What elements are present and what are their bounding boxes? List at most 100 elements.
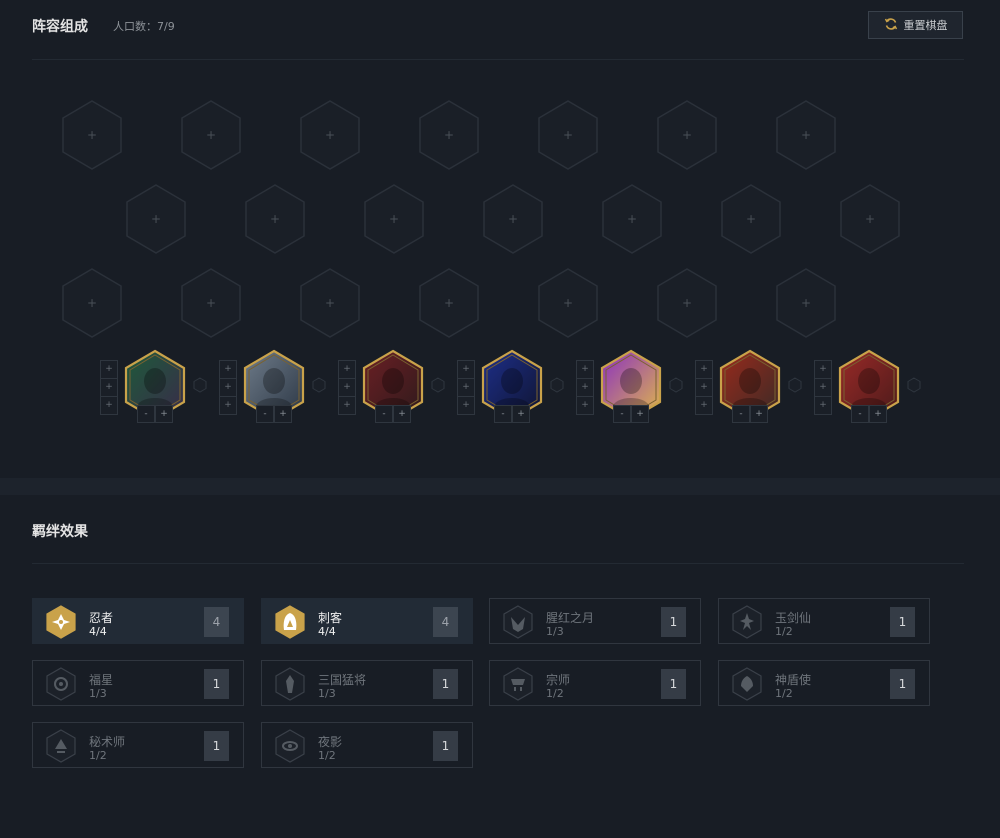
board-slot[interactable]: + bbox=[179, 267, 243, 339]
board-slot[interactable]: + bbox=[179, 99, 243, 171]
star-level-button[interactable]: + bbox=[458, 397, 474, 415]
board-slot[interactable]: + bbox=[124, 183, 188, 255]
svg-text:+: + bbox=[508, 212, 518, 226]
star-level-stack[interactable]: + + + bbox=[219, 360, 237, 415]
add-item-hex-icon[interactable] bbox=[431, 377, 445, 393]
star-level-stack[interactable]: + + + bbox=[576, 360, 594, 415]
trait-level-badge: 1 bbox=[433, 731, 458, 761]
item-minus-button[interactable]: - bbox=[851, 405, 869, 423]
star-level-button[interactable]: + bbox=[815, 379, 831, 397]
trait-card[interactable]: 宗师 1/2 1 bbox=[489, 660, 701, 706]
item-minus-button[interactable]: - bbox=[732, 405, 750, 423]
svg-text:+: + bbox=[325, 128, 335, 142]
item-minus-button[interactable]: - bbox=[494, 405, 512, 423]
trait-count: 1/2 bbox=[546, 687, 564, 700]
item-minus-button[interactable]: - bbox=[137, 405, 155, 423]
item-plus-button[interactable]: + bbox=[869, 405, 887, 423]
board-slot[interactable]: + bbox=[655, 99, 719, 171]
trait-card[interactable]: 玉剑仙 1/2 1 bbox=[718, 598, 930, 644]
board-slot[interactable]: + bbox=[838, 183, 902, 255]
board-slot[interactable]: + bbox=[774, 99, 838, 171]
board-slot[interactable]: + bbox=[600, 183, 664, 255]
trait-card[interactable]: 刺客 4/4 4 bbox=[261, 598, 473, 644]
add-item-hex-icon[interactable] bbox=[788, 377, 802, 393]
trait-count: 1/3 bbox=[546, 625, 564, 638]
trait-card[interactable]: 夜影 1/2 1 bbox=[261, 722, 473, 768]
star-level-button[interactable]: + bbox=[577, 361, 593, 379]
star-level-button[interactable]: + bbox=[696, 397, 712, 415]
item-plus-button[interactable]: + bbox=[274, 405, 292, 423]
star-level-button[interactable]: + bbox=[577, 379, 593, 397]
trait-card[interactable]: 秘术师 1/2 1 bbox=[32, 722, 244, 768]
board-slot[interactable]: + bbox=[362, 183, 426, 255]
add-item-hex-icon[interactable] bbox=[193, 377, 207, 393]
trait-count: 1/2 bbox=[89, 749, 107, 762]
star-level-button[interactable]: + bbox=[696, 379, 712, 397]
star-level-button[interactable]: + bbox=[577, 397, 593, 415]
add-item-hex-icon[interactable] bbox=[907, 377, 921, 393]
star-level-button[interactable]: + bbox=[339, 361, 355, 379]
star-level-button[interactable]: + bbox=[220, 361, 236, 379]
item-minus-button[interactable]: - bbox=[613, 405, 631, 423]
item-plus-button[interactable]: + bbox=[631, 405, 649, 423]
board-slot[interactable]: + bbox=[243, 183, 307, 255]
star-level-button[interactable]: + bbox=[339, 379, 355, 397]
lineup-title: 阵容组成 bbox=[32, 19, 88, 35]
warlord-crest-icon bbox=[275, 667, 305, 701]
trait-count: 1/3 bbox=[89, 687, 107, 700]
item-minus-button[interactable]: - bbox=[375, 405, 393, 423]
star-level-button[interactable]: + bbox=[815, 397, 831, 415]
star-level-stack[interactable]: + + + bbox=[100, 360, 118, 415]
board-slot[interactable]: + bbox=[536, 99, 600, 171]
trait-name: 神盾使 bbox=[775, 673, 812, 687]
star-level-stack[interactable]: + + + bbox=[695, 360, 713, 415]
star-level-stack[interactable]: + + + bbox=[338, 360, 356, 415]
star-level-button[interactable]: + bbox=[696, 361, 712, 379]
star-level-button[interactable]: + bbox=[101, 361, 117, 379]
trait-card[interactable]: 福星 1/3 1 bbox=[32, 660, 244, 706]
board-slot[interactable]: + bbox=[417, 267, 481, 339]
star-level-button[interactable]: + bbox=[220, 379, 236, 397]
section-gap bbox=[0, 478, 1000, 495]
add-item-hex-icon[interactable] bbox=[312, 377, 326, 393]
trait-card[interactable]: 忍者 4/4 4 bbox=[32, 598, 244, 644]
board-slot[interactable]: + bbox=[481, 183, 545, 255]
trait-name: 腥红之月 bbox=[546, 611, 595, 625]
star-level-button[interactable]: + bbox=[458, 361, 474, 379]
star-level-button[interactable]: + bbox=[458, 379, 474, 397]
add-item-hex-icon[interactable] bbox=[669, 377, 683, 393]
star-level-button[interactable]: + bbox=[339, 397, 355, 415]
board-slot[interactable]: + bbox=[60, 267, 124, 339]
board-slot[interactable]: + bbox=[655, 267, 719, 339]
star-level-button[interactable]: + bbox=[815, 361, 831, 379]
trait-card[interactable]: 神盾使 1/2 1 bbox=[718, 660, 930, 706]
item-plus-button[interactable]: + bbox=[750, 405, 768, 423]
item-minus-button[interactable]: - bbox=[256, 405, 274, 423]
trait-card[interactable]: 三国猛将 1/3 1 bbox=[261, 660, 473, 706]
item-controls: - + bbox=[256, 405, 292, 423]
board-slot[interactable]: + bbox=[774, 267, 838, 339]
svg-text:+: + bbox=[865, 212, 875, 226]
board-slot[interactable]: + bbox=[298, 267, 362, 339]
trait-name: 三国猛将 bbox=[318, 673, 367, 687]
reset-board-button[interactable]: 重置棋盘 bbox=[868, 11, 963, 39]
trait-level-badge: 1 bbox=[204, 731, 229, 761]
item-plus-button[interactable]: + bbox=[155, 405, 173, 423]
dusk-eye-icon bbox=[275, 729, 305, 763]
board-slot[interactable]: + bbox=[719, 183, 783, 255]
star-level-button[interactable]: + bbox=[101, 379, 117, 397]
board-slot[interactable]: + bbox=[298, 99, 362, 171]
item-plus-button[interactable]: + bbox=[393, 405, 411, 423]
board-slot[interactable]: + bbox=[536, 267, 600, 339]
board-slot[interactable]: + bbox=[60, 99, 124, 171]
trait-card[interactable]: 腥红之月 1/3 1 bbox=[489, 598, 701, 644]
board-slot[interactable]: + bbox=[417, 99, 481, 171]
item-controls: - + bbox=[732, 405, 768, 423]
item-plus-button[interactable]: + bbox=[512, 405, 530, 423]
star-level-stack[interactable]: + + + bbox=[814, 360, 832, 415]
star-level-button[interactable]: + bbox=[220, 397, 236, 415]
star-level-button[interactable]: + bbox=[101, 397, 117, 415]
shuriken-icon bbox=[46, 605, 76, 639]
star-level-stack[interactable]: + + + bbox=[457, 360, 475, 415]
add-item-hex-icon[interactable] bbox=[550, 377, 564, 393]
